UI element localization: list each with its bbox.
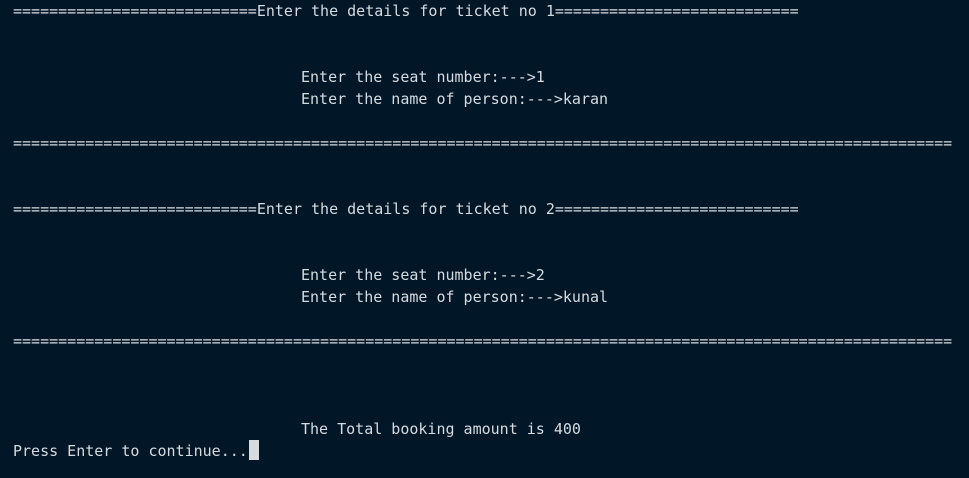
text-cursor <box>248 440 259 460</box>
ticket-2-header: ===========================Enter the det… <box>13 200 799 218</box>
ticket-1-separator: ========================================… <box>13 134 953 152</box>
total-amount-line: The Total booking amount is 400 <box>301 420 581 438</box>
ticket-2-separator: ========================================… <box>13 332 953 350</box>
ticket-1-seat-prompt: Enter the seat number:--->1 <box>301 68 545 86</box>
ticket-2-name-prompt: Enter the name of person:--->kunal <box>301 288 609 306</box>
ticket-1-name-prompt: Enter the name of person:--->karan <box>301 90 609 108</box>
continue-prompt-text: Press Enter to continue... <box>13 442 248 460</box>
terminal-window[interactable]: ===========================Enter the det… <box>0 0 969 478</box>
ticket-1-header: ===========================Enter the det… <box>13 2 799 20</box>
continue-prompt-line[interactable]: Press Enter to continue... <box>13 440 259 462</box>
ticket-2-seat-prompt: Enter the seat number:--->2 <box>301 266 545 284</box>
